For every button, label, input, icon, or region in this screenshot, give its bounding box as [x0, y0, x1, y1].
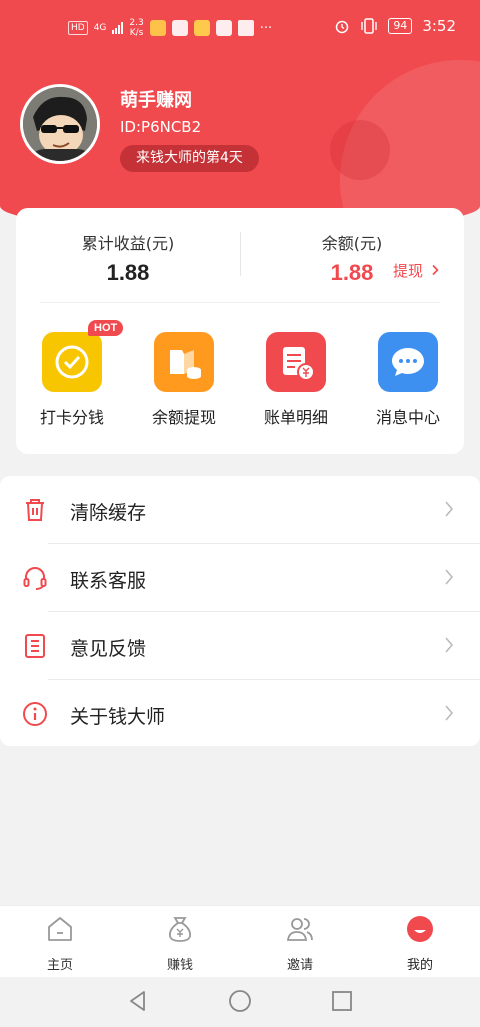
profile-icon	[407, 916, 433, 942]
document-icon	[25, 634, 45, 658]
alarm-icon	[336, 20, 349, 34]
avatar-illustration	[23, 87, 97, 161]
menu-feedback[interactable]: 意见反馈	[0, 612, 480, 680]
tab-earn[interactable]: 赚钱	[120, 906, 240, 978]
tab-profile[interactable]: 我的	[360, 906, 480, 978]
tile-label: 消息中心	[375, 408, 440, 427]
users-icon	[286, 918, 313, 941]
tile-withdraw[interactable]: 余额提现	[128, 332, 240, 428]
menu-label: 意见反馈	[70, 638, 147, 660]
chevron-right-icon	[445, 705, 454, 721]
wallet-coins-icon	[154, 332, 214, 392]
avatar[interactable]	[20, 84, 100, 164]
status-bar: HD 4G 2.3 K/s ··· 94 3:52	[0, 0, 480, 56]
recents-icon[interactable]	[330, 989, 354, 1013]
status-right: 94 3:52	[334, 17, 456, 35]
wechat-icon	[171, 20, 188, 36]
tile-bill[interactable]: 账单明细	[240, 332, 352, 428]
headset-icon	[23, 567, 47, 590]
tab-invite[interactable]: 邀请	[240, 906, 360, 978]
status-left: HD 4G 2.3 K/s ···	[68, 18, 272, 38]
chevron-right-icon	[445, 501, 454, 517]
battery-indicator: 94	[388, 18, 413, 34]
app-notification-icon	[149, 20, 166, 36]
menu-label: 联系客服	[70, 570, 147, 592]
tab-label: 主页	[46, 958, 73, 973]
info-icon	[23, 702, 47, 726]
menu-clear-cache[interactable]: 清除缓存	[0, 476, 480, 544]
days-badge: 来钱大师的第4天	[120, 145, 259, 172]
check-circle-icon	[42, 332, 102, 392]
menu-label: 清除缓存	[70, 502, 147, 524]
decor-circle-small	[330, 120, 390, 180]
withdraw-label: 提现	[393, 262, 424, 280]
tab-label: 我的	[406, 958, 433, 973]
hot-badge: HOT	[88, 320, 124, 336]
menu-about[interactable]: 关于钱大师	[0, 680, 480, 748]
signal-icon	[112, 22, 124, 34]
avatar-image	[23, 87, 97, 161]
chat-bubble-icon	[378, 332, 438, 392]
more-notifications: ···	[259, 20, 273, 36]
app-notification-icon	[193, 20, 210, 36]
bottom-tab-bar: 主页 赚钱 邀请 我的	[0, 905, 480, 977]
back-icon[interactable]	[126, 989, 150, 1013]
hd-badge: HD	[68, 21, 88, 35]
tile-messages[interactable]: 消息中心	[352, 332, 464, 428]
card-divider	[40, 302, 440, 303]
chevron-right-icon	[432, 264, 439, 276]
bill-yuan-icon	[266, 332, 326, 392]
chevron-right-icon	[445, 569, 454, 585]
menu-contact-support[interactable]: 联系客服	[0, 544, 480, 612]
menu-label: 关于钱大师	[70, 706, 166, 728]
network-speed: 2.3 K/s	[129, 18, 144, 38]
tile-label: 余额提现	[151, 408, 216, 427]
vibrate-icon	[361, 18, 378, 34]
trash-icon	[26, 499, 44, 521]
total-earnings-label: 累计收益(元)	[81, 234, 175, 253]
balance-value: 1.88	[330, 260, 374, 285]
app-notification-icon	[237, 20, 254, 36]
network-type: 4G	[93, 23, 107, 33]
earnings-card: 累计收益(元) 1.88 余额(元) 1.88 提现 打卡分钱 HOT 余额提现…	[16, 208, 464, 454]
settings-menu: 清除缓存 联系客服 意见反馈 关于钱大师	[0, 476, 480, 746]
user-name: 萌手赚网	[120, 90, 192, 111]
tab-label: 赚钱	[166, 958, 193, 973]
tab-label: 邀请	[286, 958, 313, 973]
home-button-icon[interactable]	[228, 989, 252, 1013]
clock: 3:52	[422, 17, 456, 35]
chevron-right-icon	[445, 637, 454, 653]
tile-label: 账单明细	[263, 408, 328, 427]
home-icon	[48, 917, 72, 941]
total-earnings-value: 1.88	[106, 260, 150, 285]
total-earnings: 累计收益(元) 1.88	[16, 230, 240, 286]
tile-check-in[interactable]: 打卡分钱	[16, 332, 128, 428]
balance-label: 余额(元)	[321, 234, 383, 253]
tile-label: 打卡分钱	[39, 408, 104, 427]
money-bag-icon	[169, 917, 191, 942]
tab-home[interactable]: 主页	[0, 906, 120, 978]
user-id: ID:P6NCB2	[120, 118, 202, 136]
app-notification-icon	[215, 20, 232, 36]
withdraw-link[interactable]: 提现	[393, 260, 440, 281]
system-nav-bar	[0, 977, 480, 1027]
